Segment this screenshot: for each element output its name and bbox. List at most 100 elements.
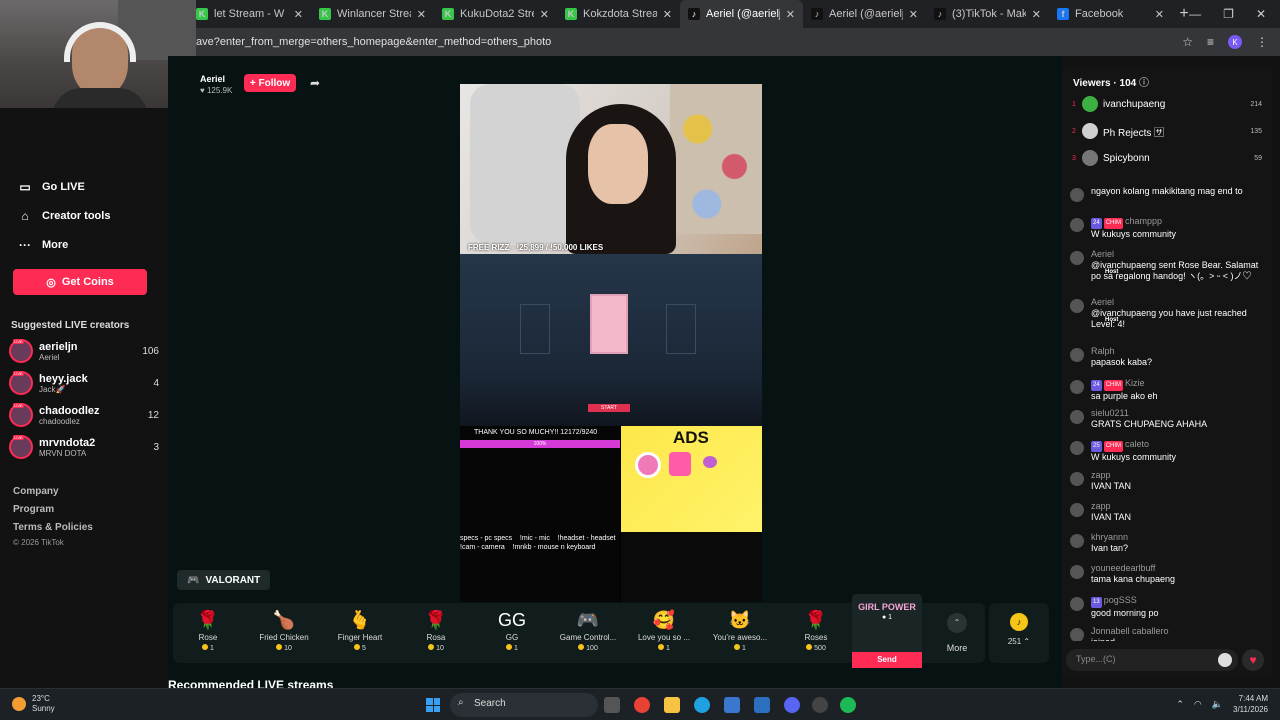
footer-company[interactable]: Company: [13, 486, 59, 497]
gift-item[interactable]: 🎮 Game Control... 100: [553, 609, 623, 652]
browser-tab[interactable]: ♪ (3)TikTok - Make You ✕: [926, 0, 1049, 28]
nav-creator-tools[interactable]: ⌂ Creator tools: [18, 209, 110, 223]
gift-item[interactable]: 🐱 You're aweso... 1: [705, 609, 775, 652]
username[interactable]: Jonnabell caballero: [1091, 626, 1169, 636]
info-icon[interactable]: ⓘ: [1139, 78, 1149, 89]
close-tab-icon[interactable]: ✕: [786, 8, 795, 21]
maximize-icon[interactable]: ❐: [1223, 7, 1234, 21]
live-badge: LIVE: [13, 339, 24, 344]
top-viewer[interactable]: 1 ivanchupaeng 214: [1072, 96, 1262, 112]
username[interactable]: Aeriel: [1091, 297, 1114, 307]
message-user: 24 CHIM Kizie: [1091, 378, 1158, 391]
profile-avatar[interactable]: K: [1228, 35, 1242, 49]
coin-icon: [658, 644, 665, 650]
browser-tab[interactable]: Klet Stream - W ✕: [188, 0, 311, 28]
browser-tab[interactable]: ♪ Aeriel (@aerieljn) ✕: [680, 0, 803, 28]
windows-start-icon[interactable]: [426, 698, 440, 712]
close-window-icon[interactable]: ✕: [1256, 7, 1266, 21]
category-tag[interactable]: 🎮 VALORANT: [177, 570, 271, 590]
browser-tab[interactable]: K KukuDota2 Stream - ✕: [434, 0, 557, 28]
more-gifts-button[interactable]: ⌃ More: [942, 613, 972, 653]
close-tab-icon[interactable]: ✕: [663, 8, 672, 21]
app-icon[interactable]: [812, 697, 828, 713]
top-viewer[interactable]: 2 Ph Rejects 🈂 135: [1072, 123, 1262, 139]
gift-item[interactable]: 🍗 Fried Chicken 10: [249, 609, 319, 652]
footer-program[interactable]: Program: [13, 504, 54, 515]
browser-menu-icon[interactable]: ⋮: [1256, 35, 1268, 49]
like-heart-button[interactable]: ♥: [1242, 649, 1264, 671]
discord-icon[interactable]: [784, 697, 800, 713]
volume-icon[interactable]: 🔈: [1212, 699, 1223, 710]
suggested-creator[interactable]: LIVE mrvndota2 MRVN DOTA 3: [9, 432, 159, 462]
username[interactable]: zapp: [1091, 470, 1111, 480]
close-tab-icon[interactable]: ✕: [1032, 8, 1041, 21]
gift-item[interactable]: GG GG 1: [477, 609, 547, 652]
tray-chevron-icon[interactable]: ⌃: [1176, 699, 1184, 710]
coin-count: 251: [1007, 637, 1022, 646]
suggested-creator[interactable]: LIVE heyy.jack Jack🚀 4: [9, 368, 159, 398]
gift-item[interactable]: 🫰 Finger Heart 5: [325, 609, 395, 652]
browser-tab[interactable]: K Winlancer Stream - W ✕: [311, 0, 434, 28]
weather-widget[interactable]: 23°C Sunny: [12, 694, 55, 714]
nav-go-live[interactable]: ▭ Go LIVE: [18, 180, 84, 194]
file-explorer-icon[interactable]: [664, 697, 680, 713]
username[interactable]: caleto: [1125, 439, 1149, 449]
chrome-icon[interactable]: [634, 697, 650, 713]
username[interactable]: sielu0211: [1091, 408, 1129, 418]
share-icon[interactable]: ➦: [310, 76, 320, 90]
gift-item[interactable]: 🌹 Rose 1: [173, 609, 243, 652]
chat-input[interactable]: Type...(C): [1066, 649, 1238, 671]
footer-terms[interactable]: Terms & Policies: [13, 522, 93, 533]
viewer-count: 4: [153, 377, 159, 389]
video-player[interactable]: FREE RIZZ - !25,899 / !50,000 LIKES STAR…: [460, 84, 762, 602]
emoji-icon[interactable]: [1218, 653, 1232, 667]
username[interactable]: champpp: [1125, 216, 1162, 226]
store-icon[interactable]: [724, 697, 740, 713]
username[interactable]: youneedearlbuff: [1091, 563, 1155, 573]
username[interactable]: zapp: [1091, 501, 1111, 511]
suggested-creator[interactable]: LIVE chadoodlez chadoodlez 12: [9, 400, 159, 430]
taskbar-search[interactable]: ⌕ Search: [450, 693, 598, 717]
browser-tab[interactable]: ♪ Aeriel (@aerieljn) | Tik ✕: [803, 0, 926, 28]
close-tab-icon[interactable]: ✕: [417, 8, 426, 21]
close-tab-icon[interactable]: ✕: [909, 8, 918, 21]
wifi-icon[interactable]: ◠: [1194, 699, 1202, 710]
browser-tab[interactable]: K Kokzdota Stream - W ✕: [557, 0, 680, 28]
featured-gift[interactable]: GIRL POWER ● 1 Send: [852, 594, 922, 668]
send-gift-button[interactable]: Send: [852, 652, 922, 668]
nav-more[interactable]: ··· More: [18, 238, 68, 252]
close-tab-icon[interactable]: ✕: [1155, 8, 1164, 21]
get-coins-button[interactable]: ◎ Get Coins: [13, 269, 147, 295]
username[interactable]: Kizie: [1125, 378, 1145, 388]
outlook-icon[interactable]: [754, 697, 770, 713]
edge-icon[interactable]: [694, 697, 710, 713]
username[interactable]: Ralph: [1091, 346, 1115, 356]
username[interactable]: Aeriel: [1091, 249, 1114, 259]
host-info[interactable]: Aeriel ♥ 125.9K: [200, 74, 232, 95]
suggested-creator[interactable]: LIVE aerieljn Aeriel 106: [9, 336, 159, 366]
minimize-icon[interactable]: —: [1189, 7, 1201, 21]
chat-messages[interactable]: ngayon kolang makikitang mag end to 24 CHI…: [1062, 186, 1272, 641]
nav-label: Creator tools: [42, 210, 111, 222]
media-controls-icon[interactable]: ≡: [1207, 35, 1214, 49]
username[interactable]: khryannn: [1091, 532, 1128, 542]
url-field[interactable]: ave?enter_from_merge=others_homepage&ent…: [196, 36, 551, 48]
top-viewer[interactable]: 3 Spicybonn 59: [1072, 150, 1262, 166]
close-tab-icon[interactable]: ✕: [540, 8, 549, 21]
follow-button[interactable]: + Follow: [244, 74, 296, 92]
viewers-header[interactable]: Viewers · 104 ⓘ: [1073, 74, 1149, 89]
streamer-face: [588, 124, 648, 204]
stream-overlay: THANK YOU SO MUCHY!! 12172/9240 100% spe…: [460, 426, 620, 602]
gift-item[interactable]: 🌹 Roses 500: [781, 609, 851, 652]
spotify-icon[interactable]: [840, 697, 856, 713]
message-body: 25 CHIM caleto W kukuys community: [1091, 439, 1176, 463]
coin-balance[interactable]: ♪ 251 ⌃: [989, 603, 1049, 663]
browser-tab[interactable]: f Facebook ✕: [1049, 0, 1172, 28]
bookmark-star-icon[interactable]: ☆: [1182, 35, 1193, 49]
gift-item[interactable]: 🥰 Love you so ... 1: [629, 609, 699, 652]
username[interactable]: pogSSS: [1104, 595, 1137, 605]
gift-item[interactable]: 🌹 Rosa 10: [401, 609, 471, 652]
task-view-icon[interactable]: [604, 697, 620, 713]
clock[interactable]: 7:44 AM 3/11/2026: [1233, 693, 1268, 715]
close-tab-icon[interactable]: ✕: [294, 8, 303, 21]
